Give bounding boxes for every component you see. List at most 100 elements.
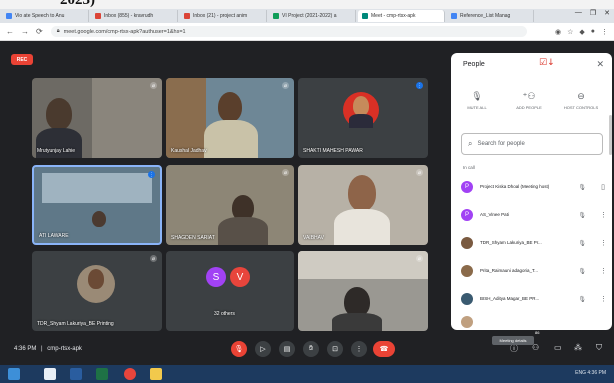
more-options-icon[interactable]: ⋮ <box>600 239 607 247</box>
participant-body <box>218 217 268 245</box>
browser-tab[interactable]: Vio ate Speech to Anu <box>2 10 89 22</box>
participant-row[interactable]: P AS_Vinee Pati 🎙︎ ⋮ <box>461 205 607 225</box>
captions-button[interactable]: ▤ <box>279 341 295 357</box>
captions-icon: ▤ <box>283 346 291 353</box>
profile-icon[interactable]: ● <box>591 28 595 36</box>
participant-row[interactable]: P Project Kiska Dhoal (Meeting host) 🎙︎ … <box>461 177 606 197</box>
mic-toggle-button[interactable]: 🎙︎ <box>231 341 247 357</box>
mic-off-icon: ⌀ <box>150 255 157 262</box>
chat-icon[interactable]: ▭ <box>554 343 562 352</box>
pin-icon[interactable]: ▯ <box>600 183 606 191</box>
tab-label: Meet - cmp-rtsx-apk <box>371 13 416 19</box>
speaking-icon: ⋮ <box>416 82 423 89</box>
camera-toggle-button[interactable]: ▷ <box>255 341 271 357</box>
search-icon[interactable] <box>44 368 56 380</box>
video-tile[interactable]: ⋮ SHAKTI MAHESH PAWAR <box>298 78 428 158</box>
tab-label: Inbox (855) - kravrudh <box>104 13 154 19</box>
meeting-code: cmp-rtsx-apk <box>47 346 82 352</box>
video-tile[interactable]: ⌀ VAIBHAV <box>298 165 428 245</box>
mic-off-icon[interactable]: 🎙︎ <box>578 296 586 303</box>
video-tile[interactable]: ⋮ ATI LAWARE <box>32 165 162 245</box>
host-controls-icon[interactable]: ⛉ <box>596 343 602 353</box>
tab-favicon-icon <box>362 13 368 19</box>
window-light <box>42 173 152 203</box>
video-tile[interactable]: ⌀ TDR_Shyam Lakuriya_BE Printing <box>32 251 162 331</box>
url-field[interactable]: 🔒︎ meet.google.com/cmp-rtsx-apk?authuser=… <box>50 26 527 37</box>
video-tile[interactable]: ⌀ <box>298 251 428 331</box>
close-panel-icon[interactable]: ✕ <box>596 59 604 70</box>
chrome-icon[interactable] <box>124 368 136 380</box>
tab-label: Inbox (21) - project anim <box>193 13 248 19</box>
activities-icon[interactable]: ⁂ <box>574 343 582 352</box>
more-options-icon: ⋮ <box>355 346 363 353</box>
hand-icon: ✋︎ <box>309 345 313 352</box>
maximize-button[interactable]: ❐ <box>590 9 596 17</box>
browser-tab[interactable]: Inbox (21) - project anim <box>180 10 267 22</box>
star-icon[interactable]: ☆ <box>567 28 573 36</box>
mic-off-icon[interactable]: 🎙︎ <box>578 268 586 275</box>
more-options-icon[interactable]: ⋮ <box>600 267 607 275</box>
participant-head <box>348 175 376 211</box>
tab-label: VI Project (2021-2022) a <box>282 13 337 19</box>
avatar-suit <box>349 114 373 128</box>
start-icon[interactable] <box>8 368 20 380</box>
action-label: ADD PEOPLE <box>516 105 542 110</box>
more-options-icon[interactable]: ⋮ <box>600 211 607 219</box>
section-label: In call <box>463 165 475 170</box>
rec-label: REC <box>16 56 28 63</box>
participant-name: SHAKTI MAHESH PAWAR <box>303 148 363 154</box>
participant-row[interactable]: Prita_Raimauni adagoria_T... 🎙︎ ⋮ <box>461 261 607 281</box>
leave-call-button[interactable]: ☎︎ <box>373 341 395 357</box>
excel-icon[interactable] <box>96 368 108 380</box>
tab-favicon-icon <box>95 13 101 19</box>
toggle-icon: ⊖ <box>577 91 585 101</box>
present-button[interactable]: ⊡ <box>327 341 343 357</box>
reload-icon[interactable]: ⟳ <box>36 27 43 36</box>
video-tile[interactable]: ⌀ Kaushal Jadhav <box>166 78 294 158</box>
lock-icon: 🔒︎ <box>56 28 60 34</box>
forward-icon[interactable]: → <box>21 27 29 36</box>
avatar: P <box>461 181 473 193</box>
speaking-icon: ⋮ <box>148 171 155 178</box>
file-explorer-icon[interactable] <box>150 368 162 380</box>
video-tile[interactable]: ⌀ SHAGDEN SARIAT <box>166 165 294 245</box>
mute-all-button[interactable]: 🎙︎ MUTE ALL <box>455 91 499 110</box>
mic-off-icon[interactable]: 🎙︎ <box>578 184 586 191</box>
menu-icon[interactable]: ⋮ <box>601 28 608 36</box>
host-controls-button[interactable]: ⊖ HOST CONTROLS <box>559 91 603 110</box>
more-options-icon[interactable]: ⋮ <box>600 295 607 303</box>
raise-hand-button[interactable]: ✋︎ <box>303 341 319 357</box>
participant-row[interactable]: BISH_Aditya Magar_BE PR... 🎙︎ ⋮ <box>461 289 607 309</box>
avatar-initial: P <box>464 212 469 218</box>
browser-tab[interactable]: VI Project (2021-2022) a <box>269 10 356 22</box>
browser-tab[interactable]: Reference_List Manag <box>447 10 534 22</box>
mic-off-icon[interactable]: 🎙︎ <box>578 240 586 247</box>
window-controls: — ❐ ✕ <box>575 9 610 17</box>
avatar: P <box>461 209 473 221</box>
task-view-icon[interactable] <box>70 368 82 380</box>
participant-name: Project Kiska Dhoal (Meeting host) <box>480 184 550 190</box>
extension-icon[interactable]: ◆ <box>579 28 584 36</box>
browser-tab[interactable]: Inbox (855) - kravrudh <box>91 10 178 22</box>
participant-row[interactable] <box>461 315 606 329</box>
browser-tab-active[interactable]: Meet - cmp-rtsx-apk <box>358 10 445 22</box>
back-icon[interactable]: ← <box>6 27 14 36</box>
meeting-details-tooltip: Meeting details <box>492 336 534 345</box>
add-people-button[interactable]: ⁺⚇ ADD PEOPLE <box>507 91 551 110</box>
panel-scrollbar[interactable] <box>609 115 612 155</box>
camera-icon[interactable]: ◉ <box>555 28 561 36</box>
participant-head <box>218 92 242 122</box>
more-options-button[interactable]: ⋮ <box>351 341 367 357</box>
close-window-button[interactable]: ✕ <box>604 9 610 17</box>
mic-off-icon[interactable]: 🎙︎ <box>578 212 586 219</box>
video-tile[interactable]: ⌀ Mrutyunjay Lahie <box>32 78 162 158</box>
others-avatar: S <box>206 267 226 287</box>
participant-row[interactable]: TDR_Shyam Lakuriya_BE Pr... 🎙︎ ⋮ <box>461 233 607 253</box>
mic-off-icon: ⌀ <box>416 169 423 176</box>
participant-name: TDR_Shyam Lakuriya_BE Printing <box>37 321 114 327</box>
minimize-button[interactable]: — <box>575 9 582 17</box>
people-search-input[interactable]: ⌕ Search for people <box>461 133 603 155</box>
others-tile[interactable]: S V 32 others <box>166 251 294 331</box>
avatar-face <box>353 96 369 116</box>
participant-body <box>204 120 258 158</box>
